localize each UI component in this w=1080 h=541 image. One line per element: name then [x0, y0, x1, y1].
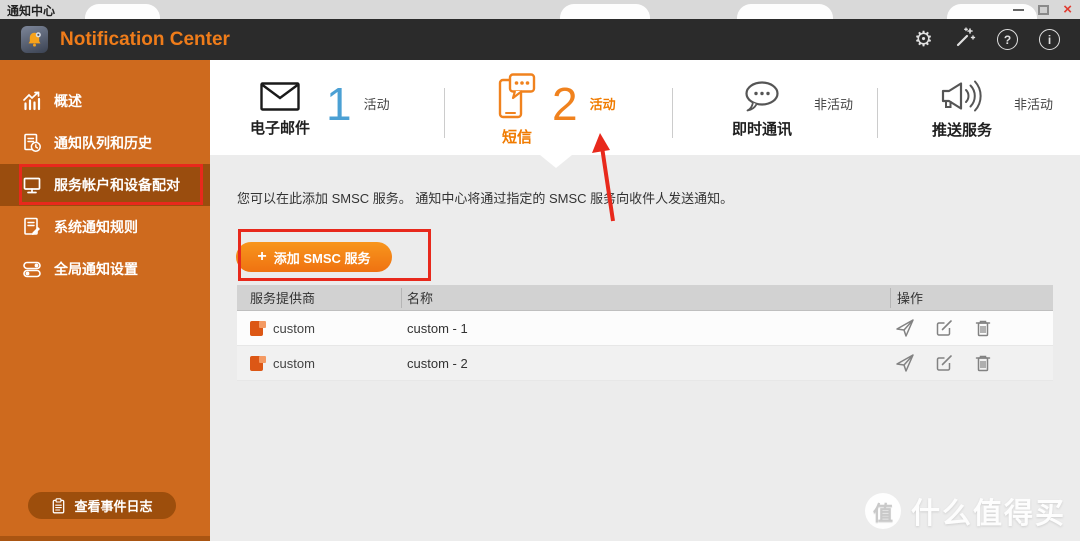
- tab-im-status: 非活动: [814, 96, 854, 112]
- name-cell: custom - 2: [407, 355, 468, 371]
- column-separator: [890, 288, 891, 308]
- sidebar-item-label: 通知队列和历史: [54, 135, 152, 151]
- sidebar-item-overview[interactable]: 概述: [0, 80, 210, 122]
- sidebar-item-service-accounts[interactable]: 服务帐户和设备配对: [0, 164, 210, 206]
- custom-provider-icon: [250, 320, 266, 336]
- megaphone-icon: [941, 80, 982, 112]
- edit-icon[interactable]: [934, 318, 954, 338]
- column-header-name: 名称: [407, 291, 434, 306]
- smsc-description-text: 您可以在此添加 SMSC 服务。 通知中心将通过指定的 SMSC 服务向收件人发…: [237, 191, 734, 206]
- close-button[interactable]: ×: [1063, 1, 1072, 18]
- document-pencil-icon: [22, 217, 42, 237]
- minimize-button[interactable]: [1013, 8, 1025, 11]
- sms-phone-icon: [498, 73, 536, 119]
- window-title: 通知中心: [7, 4, 56, 18]
- background-card-blob: [560, 4, 650, 19]
- table-row[interactable]: custom custom - 1: [237, 311, 1053, 346]
- table-header-row: 服务提供商 名称 操作: [237, 285, 1053, 311]
- main-content: 电子邮件 1 活动 短信 2 活动 即时通讯 非活动 推送服务 非活动 您可以在…: [210, 60, 1080, 541]
- add-smsc-service-label: 添加 SMSC 服务: [273, 250, 371, 266]
- add-smsc-service-button[interactable]: + 添加 SMSC 服务: [236, 242, 392, 272]
- tab-im-label: 即时通讯: [732, 121, 793, 138]
- app-title: Notification Center: [60, 28, 230, 50]
- quick-setup-wand-icon[interactable]: [954, 26, 976, 53]
- background-card-blob: [85, 4, 160, 19]
- smzdm-watermark: 值 什么值得买: [864, 490, 1066, 532]
- name-cell: custom - 1: [407, 320, 468, 336]
- custom-provider-icon: [250, 355, 266, 371]
- tab-sms-label: 短信: [501, 129, 532, 146]
- sidebar-item-system-rules[interactable]: 系统通知规则: [0, 206, 210, 248]
- column-header-provider: 服务提供商: [250, 291, 316, 306]
- email-envelope-icon: [260, 82, 300, 111]
- tab-push-service[interactable]: 推送服务 非活动: [932, 76, 1053, 144]
- tab-sms[interactable]: 短信 2 活动: [498, 73, 616, 146]
- edit-icon[interactable]: [934, 353, 954, 373]
- delete-icon[interactable]: [973, 318, 993, 338]
- tab-email-count: 1: [326, 78, 352, 131]
- sidebar: 概述 通知队列和历史 服务帐户和设备配对 系统通知规则 全局通知设置 查看事件日…: [0, 60, 210, 541]
- sidebar-item-label: 服务帐户和设备配对: [54, 177, 180, 193]
- smzdm-badge-icon: 值: [864, 493, 901, 529]
- tab-email-label: 电子邮件: [250, 120, 311, 137]
- maximize-button[interactable]: [1038, 4, 1050, 15]
- active-tab-notch: [540, 155, 572, 168]
- overview-chart-icon: [22, 91, 42, 111]
- app-header: Notification Center ⚙ ? i: [0, 19, 1080, 60]
- event-log-icon: [53, 497, 65, 513]
- bell-icon: [28, 32, 41, 47]
- column-separator: [401, 288, 402, 308]
- tab-divider: [444, 88, 445, 138]
- view-event-log-label: 查看事件日志: [74, 499, 153, 514]
- provider-cell: custom: [273, 355, 315, 371]
- view-event-log-button[interactable]: 查看事件日志: [28, 492, 176, 519]
- settings-gear-icon[interactable]: ⚙: [914, 29, 933, 50]
- notification-center-app-icon: [21, 26, 48, 53]
- send-test-message-icon[interactable]: [895, 318, 915, 338]
- sidebar-item-label: 概述: [54, 93, 82, 109]
- sidebar-item-label: 系统通知规则: [54, 219, 138, 235]
- info-icon[interactable]: i: [1039, 29, 1060, 50]
- column-header-action: 操作: [897, 291, 924, 306]
- plus-icon: +: [257, 248, 267, 265]
- smsc-service-table: 服务提供商 名称 操作 custom custom - 1 custom cus…: [237, 285, 1053, 381]
- channel-tabbar: 电子邮件 1 活动 短信 2 活动 即时通讯 非活动 推送服务 非活动: [210, 60, 1080, 155]
- device-monitor-icon: [22, 175, 42, 195]
- toggles-icon: [22, 259, 42, 279]
- background-card-blob: [737, 4, 833, 19]
- tab-email[interactable]: 电子邮件 1 活动: [250, 76, 390, 144]
- tab-email-status: 活动: [363, 96, 390, 112]
- smzdm-watermark-text: 什么值得买: [910, 498, 1066, 530]
- sidebar-item-global-settings[interactable]: 全局通知设置: [0, 248, 210, 290]
- tab-sms-count: 2: [552, 78, 578, 131]
- sidebar-item-label: 全局通知设置: [54, 261, 138, 277]
- delete-icon[interactable]: [973, 353, 993, 373]
- chat-bubble-icon: [745, 81, 779, 112]
- table-row[interactable]: custom custom - 2: [237, 346, 1053, 381]
- tab-divider: [877, 88, 878, 138]
- provider-cell: custom: [273, 320, 315, 336]
- window-titlebar: 通知中心 ×: [0, 0, 1080, 19]
- tab-divider: [672, 88, 673, 138]
- tab-instant-messaging[interactable]: 即时通讯 非活动: [732, 76, 853, 144]
- send-test-message-icon[interactable]: [895, 353, 915, 373]
- help-icon[interactable]: ?: [997, 29, 1018, 50]
- tab-sms-status: 活动: [589, 96, 616, 112]
- tab-push-status: 非活动: [1014, 96, 1054, 112]
- tab-push-label: 推送服务: [932, 122, 993, 139]
- sidebar-item-queue-history[interactable]: 通知队列和历史: [0, 122, 210, 164]
- document-history-icon: [22, 133, 42, 153]
